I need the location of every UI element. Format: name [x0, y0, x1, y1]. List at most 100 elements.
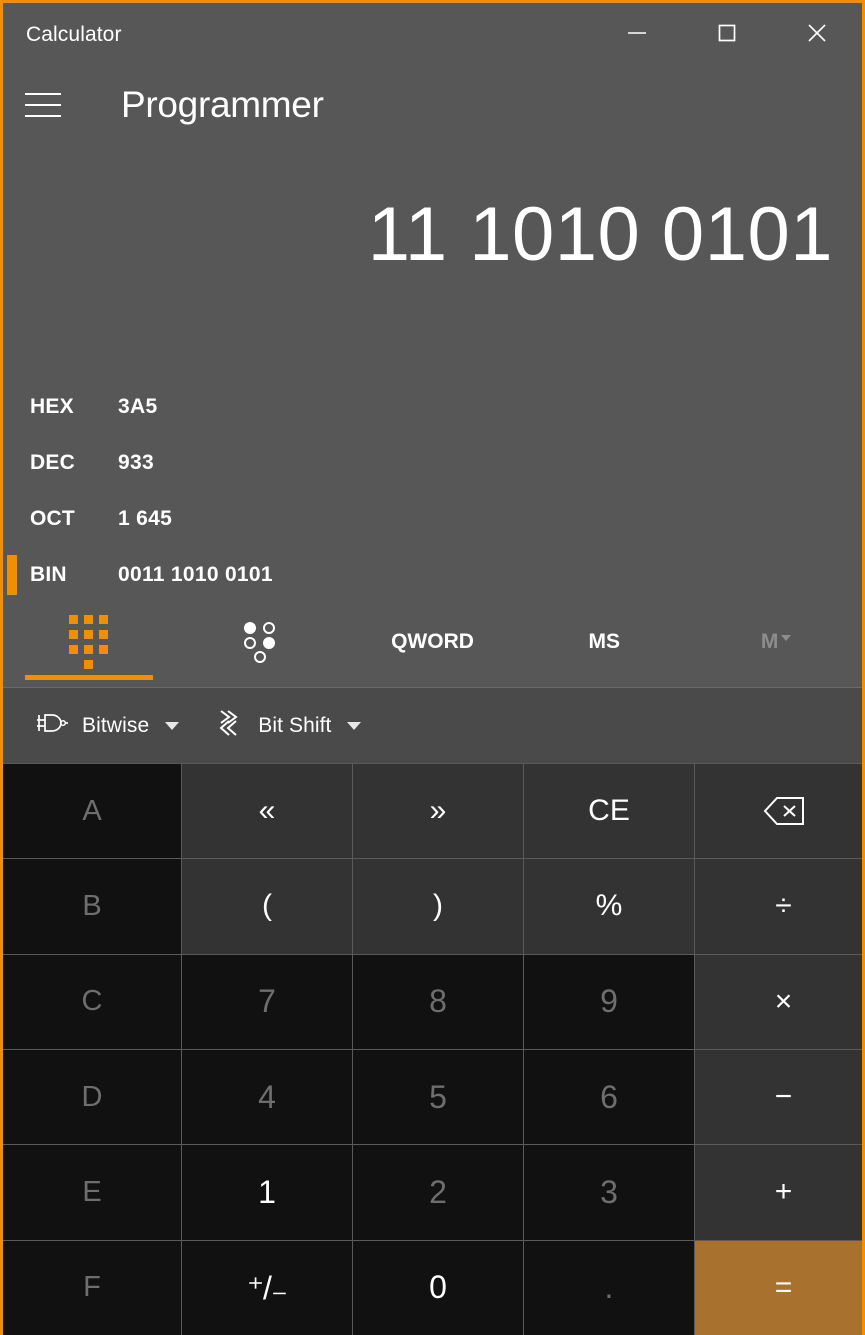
key-shift-left[interactable]: «	[182, 764, 352, 859]
key-percent[interactable]: %	[524, 859, 694, 954]
key-label: (	[262, 889, 272, 923]
key-three[interactable]: 3	[524, 1145, 694, 1240]
key-four[interactable]: 4	[182, 1050, 352, 1145]
radix-label: DEC	[30, 451, 75, 474]
key-shift-right[interactable]: »	[353, 764, 523, 859]
tab-label: QWORD	[391, 630, 474, 653]
minimize-button[interactable]	[592, 3, 682, 63]
key-hex-f[interactable]: F	[3, 1240, 181, 1335]
key-label: +	[774, 1175, 793, 1209]
key-label: −	[774, 1080, 793, 1114]
key-equals[interactable]: =	[695, 1240, 862, 1335]
window-controls	[592, 3, 862, 63]
key-paren-open[interactable]: (	[182, 859, 352, 954]
key-label: C	[81, 985, 103, 1018]
key-hex-c[interactable]: C	[3, 954, 181, 1049]
tab-underline	[369, 675, 497, 680]
main-display-value[interactable]: 11 1010 0101	[368, 197, 833, 273]
tab-memory-menu[interactable]: M	[690, 605, 862, 687]
minimize-icon	[624, 20, 650, 46]
key-label: 3	[600, 1173, 618, 1210]
radix-label: HEX	[30, 395, 74, 418]
selection-indicator	[7, 387, 17, 427]
active-tab-underline	[25, 675, 153, 680]
key-eight[interactable]: 8	[353, 954, 523, 1049]
key-hex-d[interactable]: D	[3, 1050, 181, 1145]
key-paren-close[interactable]: )	[353, 859, 523, 954]
radix-row-hex[interactable]: HEX 3A5	[3, 379, 862, 435]
key-divide[interactable]: ÷	[695, 859, 862, 954]
key-multiply[interactable]: ×	[695, 954, 862, 1049]
key-zero[interactable]: 0	[353, 1240, 523, 1335]
bit-shift-icon	[213, 708, 245, 744]
key-add[interactable]: +	[695, 1145, 862, 1240]
tab-keypad[interactable]	[3, 605, 175, 687]
keypad-icon	[69, 615, 109, 669]
key-label: 7	[258, 983, 276, 1020]
tab-wordsize[interactable]: QWORD	[347, 605, 519, 687]
tab-bit-toggle[interactable]	[175, 605, 347, 687]
key-label: 0	[429, 1269, 447, 1306]
key-label: )	[433, 889, 443, 923]
key-label: 4	[258, 1078, 276, 1115]
key-seven[interactable]: 7	[182, 954, 352, 1049]
key-label: F	[83, 1271, 101, 1304]
key-six[interactable]: 6	[524, 1050, 694, 1145]
logic-gate-icon	[35, 711, 69, 741]
tab-strip: QWORD MS M	[3, 605, 862, 687]
close-button[interactable]	[772, 3, 862, 63]
title-bar: Calculator	[3, 3, 862, 65]
radix-value: 3A5	[118, 395, 158, 418]
app-title: Calculator	[26, 23, 122, 46]
bit-toggle-icon	[243, 620, 278, 664]
key-subtract[interactable]: −	[695, 1050, 862, 1145]
tab-label: MS	[588, 630, 621, 653]
radix-value: 933	[118, 451, 154, 474]
key-hex-a[interactable]: A	[3, 764, 181, 859]
key-label: 6	[600, 1078, 618, 1115]
hamburger-menu-icon[interactable]	[25, 85, 69, 125]
key-two[interactable]: 2	[353, 1145, 523, 1240]
key-one[interactable]: 1	[182, 1145, 352, 1240]
key-decimal[interactable]: .	[524, 1240, 694, 1335]
key-label: ÷	[775, 889, 792, 923]
key-five[interactable]: 5	[353, 1050, 523, 1145]
key-label: =	[774, 1270, 793, 1304]
key-label: D	[81, 1080, 103, 1113]
key-label: 9	[600, 983, 618, 1020]
key-label: 5	[429, 1078, 447, 1115]
key-plus-minus[interactable]: ⁺/₋	[182, 1240, 352, 1335]
key-label: B	[82, 889, 102, 922]
display-area: 11 1010 0101 HEX 3A5 DEC 933 OCT 1 645 B…	[3, 145, 862, 605]
key-label: %	[595, 889, 623, 923]
key-label: »	[429, 794, 447, 828]
caret-down-icon	[781, 635, 792, 641]
key-hex-b[interactable]: B	[3, 859, 181, 954]
key-label: 8	[429, 983, 447, 1020]
chevron-down-icon	[165, 721, 180, 730]
radix-row-dec[interactable]: DEC 933	[3, 435, 862, 491]
key-backspace[interactable]	[695, 764, 862, 859]
maximize-icon	[714, 20, 740, 46]
bitwise-dropdown[interactable]: Bitwise	[27, 705, 187, 747]
close-icon	[803, 19, 831, 47]
key-clear-entry[interactable]: CE	[524, 764, 694, 859]
tab-memory-store[interactable]: MS	[518, 605, 690, 687]
keypad-grid: A « » CE B ( ) % ÷ C 7 8 9 × D 4 5 6 − E…	[3, 763, 862, 1335]
tab-label: M	[760, 630, 779, 653]
maximize-button[interactable]	[682, 3, 772, 63]
key-nine[interactable]: 9	[524, 954, 694, 1049]
radix-row-oct[interactable]: OCT 1 645	[3, 491, 862, 547]
radix-list: HEX 3A5 DEC 933 OCT 1 645 BIN 0011 1010 …	[3, 379, 862, 603]
tab-underline	[197, 675, 325, 680]
key-hex-e[interactable]: E	[3, 1145, 181, 1240]
key-label: ⁺/₋	[247, 1269, 288, 1306]
radix-row-bin[interactable]: BIN 0011 1010 0101	[3, 547, 862, 603]
tab-underline	[712, 675, 840, 680]
radix-label: OCT	[30, 507, 75, 530]
radix-value: 1 645	[118, 507, 173, 530]
selection-indicator	[7, 555, 17, 595]
page-title: Programmer	[121, 84, 324, 125]
backspace-icon	[762, 795, 806, 827]
bit-shift-dropdown[interactable]: Bit Shift	[205, 702, 369, 750]
